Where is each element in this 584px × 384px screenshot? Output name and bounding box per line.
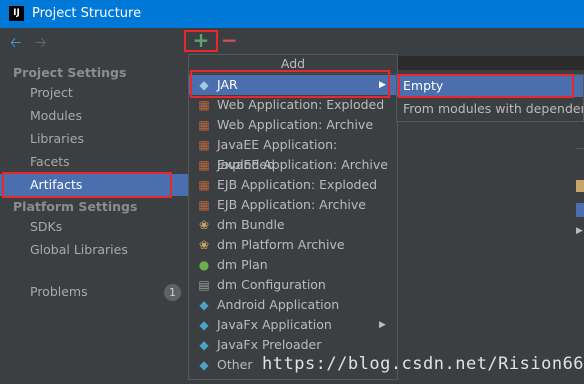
menu-item-label: Android Application [217,297,340,312]
menu-item-label: dm Bundle [217,217,285,232]
right-panel-divider [576,148,584,149]
intellij-logo-icon: IJ [9,6,24,21]
folder-icon [576,180,584,192]
sidebar-item-global-libraries[interactable]: Global Libraries [0,239,190,261]
submenu-arrow-icon: ▶ [379,320,386,330]
diamond-icon: ◆ [199,298,209,312]
menu-item-ejb-app-exploded[interactable]: ▦ EJB Application: Exploded [189,175,397,195]
menu-item-label: EJB Application: Archive [217,197,366,212]
menu-item-javaee-app-archive[interactable]: ▦ JavaEE Application: Archive [189,155,397,175]
jar-highlight-box [190,70,390,98]
window-title: Project Structure [32,6,142,21]
web-app-icon: ▦ [198,118,210,132]
javaee-app-icon: ▦ [198,138,210,152]
problems-count-badge: 1 [164,284,181,301]
arrow-left-icon[interactable]: 🡠 [10,36,21,50]
diamond-icon: ◆ [199,338,209,352]
sidebar-item-sdks[interactable]: SDKs [0,216,190,238]
menu-item-javafx-application[interactable]: ◆ JavaFx Application ▶ [189,315,397,335]
module-icon [576,203,584,217]
right-panel-header-bar [398,56,584,70]
bundle-icon: ❀ [198,218,210,232]
sidebar-item-libraries[interactable]: Libraries [0,128,190,150]
platform-archive-icon: ❀ [198,238,210,252]
sidebar-item-problems[interactable]: Problems [0,281,190,303]
menu-item-android-application[interactable]: ◆ Android Application [189,295,397,315]
menu-item-javafx-preloader[interactable]: ◆ JavaFx Preloader [189,335,397,355]
expand-arrow-icon[interactable]: ▶ [576,226,583,236]
diamond-icon: ◆ [199,318,209,332]
menu-item-label: JavaEE Application: Archive [217,157,388,172]
menu-item-web-app-exploded[interactable]: ▦ Web Application: Exploded [189,95,397,115]
remove-button[interactable]: − [221,30,238,50]
sidebar: Project Settings Project Modules Librari… [0,60,190,384]
menu-item-dm-plan[interactable]: ● dm Plan [189,255,397,275]
menu-item-javaee-app-exploded[interactable]: ▦ JavaEE Application: Exploded [189,135,397,172]
title-bar: IJ Project Structure [0,0,584,28]
menu-item-label: JavaFx Preloader [217,337,322,352]
menu-item-label: dm Configuration [217,277,326,292]
menu-item-ejb-app-archive[interactable]: ▦ EJB Application: Archive [189,195,397,215]
empty-highlight-box [398,74,574,98]
diamond-icon: ◆ [199,358,209,372]
menu-item-label: dm Platform Archive [217,237,345,252]
configuration-icon: ▤ [198,278,210,292]
javaee-app-icon: ▦ [198,158,210,172]
menu-item-label: dm Plan [217,257,268,272]
submenu-item-from-modules[interactable]: From modules with dependencies... [397,98,583,120]
arrow-right-icon[interactable]: 🡢 [35,36,46,50]
plan-icon: ● [198,258,210,272]
add-button[interactable]: + [184,30,218,52]
platform-settings-header: Platform Settings [13,199,138,214]
sidebar-item-project[interactable]: Project [0,82,190,104]
menu-item-dm-bundle[interactable]: ❀ dm Bundle [189,215,397,235]
menu-item-web-app-archive[interactable]: ▦ Web Application: Archive [189,115,397,135]
add-artifact-menu: Add ◆ JAR ▶ ▦ Web Application: Exploded … [188,54,398,380]
menu-item-dm-configuration[interactable]: ▤ dm Configuration [189,275,397,295]
project-settings-header: Project Settings [13,65,127,80]
menu-item-dm-platform-archive[interactable]: ❀ dm Platform Archive [189,235,397,255]
sidebar-item-facets[interactable]: Facets [0,151,190,173]
navigation-row: 🡠 🡢 [0,28,190,60]
ejb-app-icon: ▦ [198,198,210,212]
menu-item-label: EJB Application: Exploded [217,177,378,192]
watermark-text: https://blog.csdn.net/Rision666 [262,354,584,374]
menu-item-label: Web Application: Archive [217,117,374,132]
ejb-app-icon: ▦ [198,178,210,192]
menu-item-label: JavaFx Application [217,317,332,332]
web-app-icon: ▦ [198,98,210,112]
artifacts-highlight-box [2,172,172,198]
sidebar-item-modules[interactable]: Modules [0,105,190,127]
menu-item-label: Other [217,357,253,372]
menu-item-label: Web Application: Exploded [217,97,385,112]
